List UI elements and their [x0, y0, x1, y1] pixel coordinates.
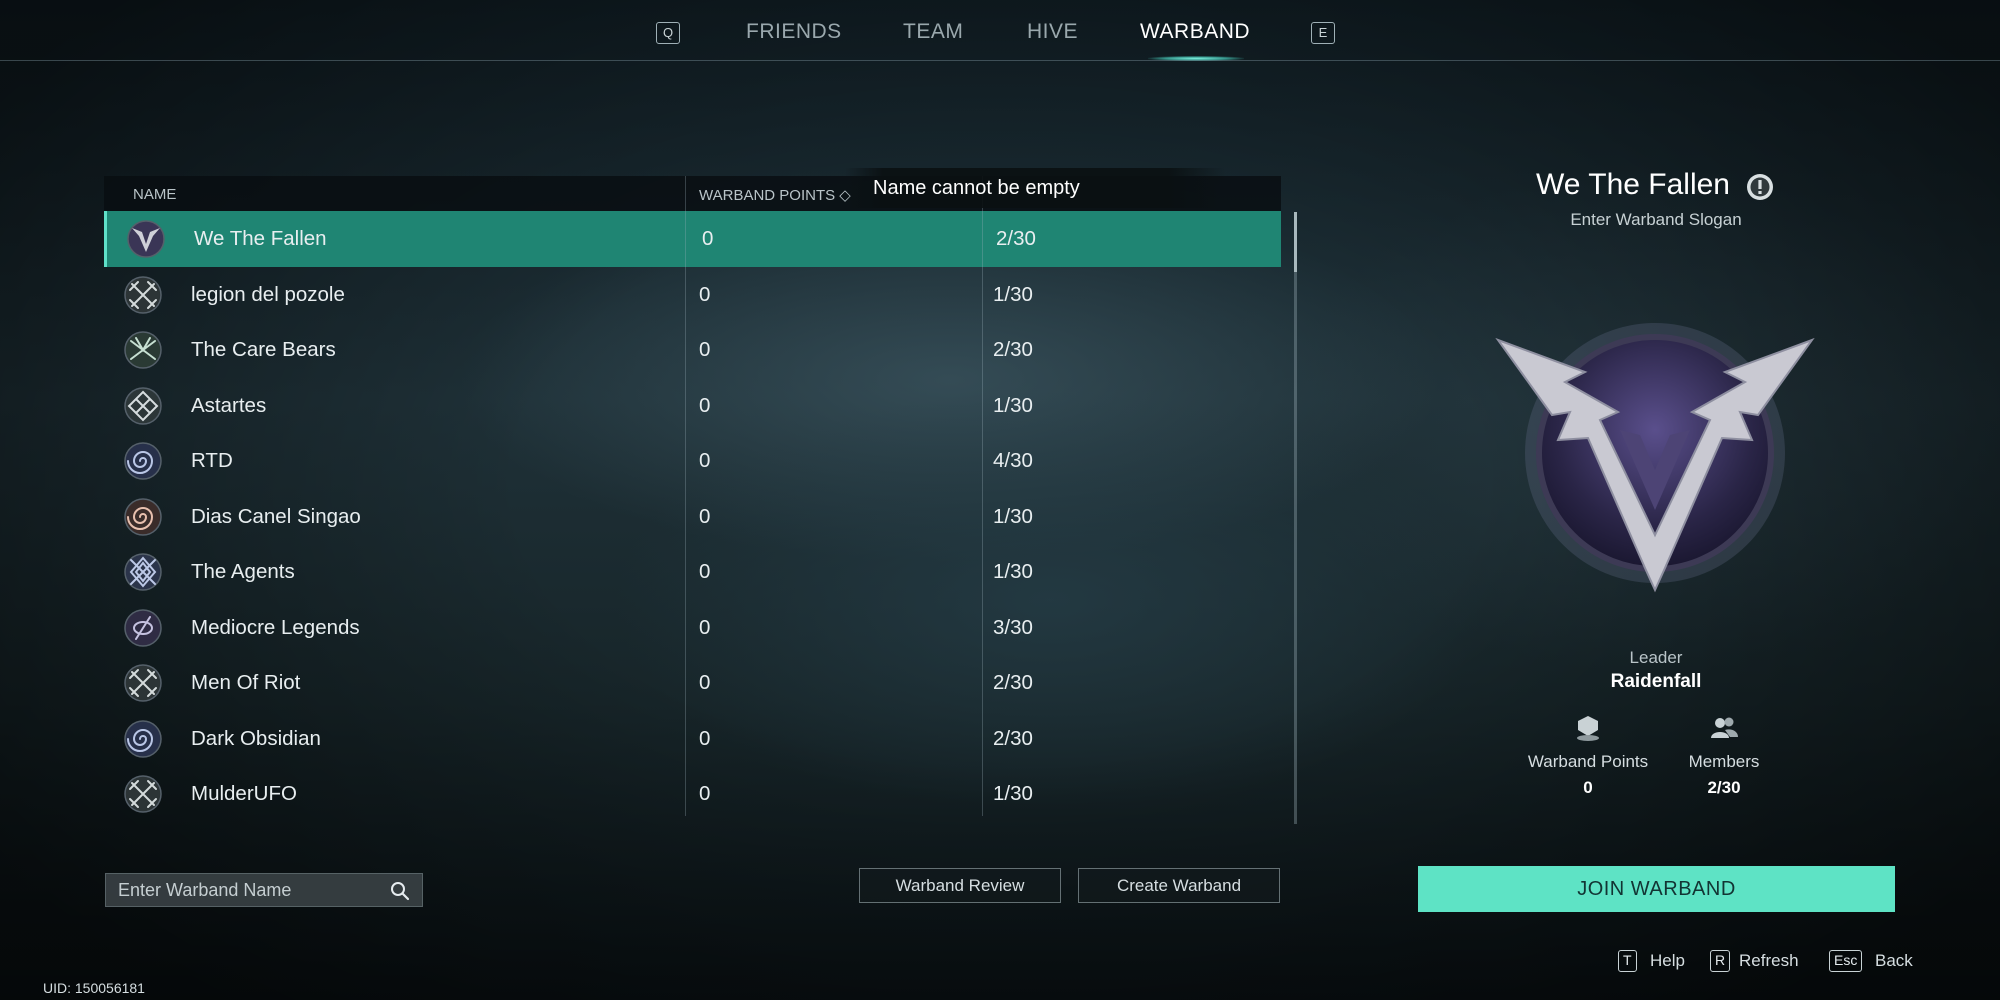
warband-points: 0: [702, 227, 714, 250]
members-label: Members: [1688, 752, 1760, 771]
join-warband-button[interactable]: JOIN WARBAND: [1418, 866, 1895, 912]
error-toast: Name cannot be empty: [845, 168, 1225, 208]
back-key[interactable]: Esc: [1829, 950, 1863, 972]
warband-name: Mediocre Legends: [191, 615, 360, 639]
warband-detail-title: We The Fallen: [1536, 168, 1730, 201]
members-value: 2/30: [1707, 778, 1741, 797]
warband-members: 2/30: [993, 671, 1033, 694]
table-row[interactable]: Astartes 0 1/30: [104, 378, 1281, 434]
crossed-swords-emblem-icon: [124, 775, 162, 813]
warband-members: 2/30: [996, 227, 1036, 250]
lattice-emblem-icon: [124, 386, 162, 425]
warband-members: 2/30: [993, 726, 1033, 750]
top-navigation: Q FRIENDS TEAM HIVE WARBAND E: [0, 0, 2000, 62]
tab-warband[interactable]: WARBAND: [1140, 20, 1250, 44]
fallen-v-emblem-icon: [1495, 323, 1815, 593]
refresh-key[interactable]: R: [1710, 950, 1731, 972]
warband-points: 0: [699, 615, 711, 639]
warband-members: 4/30: [993, 449, 1033, 472]
crossed-swords-emblem-icon: [124, 664, 162, 702]
nav-divider: [0, 60, 2000, 61]
column-header-points[interactable]: WARBAND POINTS ◇: [699, 186, 851, 204]
search-icon[interactable]: [390, 881, 410, 901]
scrollbar-thumb[interactable]: [1294, 212, 1297, 272]
warband-name: Dias Canel Singao: [191, 504, 361, 528]
warband-slogan: Enter Warband Slogan: [1570, 210, 1742, 229]
warband-table: NAME WARBAND POINTS ◇ We The Fallen 0 2/30…: [104, 176, 1281, 822]
warband-members: 2/30: [993, 338, 1033, 361]
crossed-blades-emblem-icon: [124, 331, 162, 369]
warband-name: Astartes: [191, 393, 267, 417]
back-hint[interactable]: Back: [1875, 951, 1913, 971]
table-row[interactable]: Mediocre Legends 0 3/30: [104, 600, 1281, 656]
warband-members: 1/30: [993, 282, 1033, 306]
table-row[interactable]: legion del pozole 0 1/30: [104, 267, 1281, 323]
members-icon: [1711, 717, 1738, 738]
warband-points: 0: [699, 726, 711, 750]
warband-points: 0: [699, 504, 711, 528]
warband-members: 1/30: [993, 782, 1033, 805]
table-row[interactable]: Men Of Riot 0 2/30: [104, 655, 1281, 711]
warband-members: 1/30: [993, 393, 1033, 417]
warband-points: 0: [699, 282, 711, 306]
warband-points: 0: [699, 449, 711, 472]
tab-hive[interactable]: HIVE: [1027, 20, 1078, 44]
column-header-name[interactable]: NAME: [133, 186, 176, 203]
tab-team[interactable]: TEAM: [903, 20, 963, 44]
warband-search: [105, 873, 423, 907]
diamond-emblem-icon: [124, 553, 162, 591]
warband-name: The Agents: [191, 560, 295, 583]
warband-name: legion del pozole: [191, 282, 345, 306]
search-input[interactable]: [118, 874, 378, 906]
crossed-swords-emblem-icon: [124, 275, 162, 314]
warband-points: 0: [699, 671, 711, 694]
table-body: We The Fallen 0 2/30 legion del pozole 0 1/30…: [104, 211, 1281, 822]
table-row[interactable]: The Care Bears 0 2/30: [104, 322, 1281, 378]
column-divider: [982, 176, 983, 816]
create-warband-button[interactable]: Create Warband: [1078, 868, 1280, 903]
spiral-emblem-icon: [124, 719, 162, 758]
slash-emblem-icon: [124, 608, 162, 647]
column-divider: [685, 176, 686, 816]
help-key[interactable]: T: [1618, 950, 1637, 972]
warband-name: We The Fallen: [194, 227, 327, 250]
warband-members: 3/30: [993, 615, 1033, 639]
leader-name: Raidenfall: [1610, 671, 1702, 692]
warband-members: 1/30: [993, 560, 1033, 583]
warband-points-icon: [1577, 716, 1599, 741]
warband-name: The Care Bears: [191, 338, 336, 361]
user-id: UID: 150056181: [43, 980, 145, 996]
scrollbar-track[interactable]: [1294, 212, 1297, 824]
fallen-v-emblem-icon: [127, 220, 165, 258]
warband-points: 0: [699, 782, 711, 805]
spiral-emblem-icon: [124, 442, 162, 480]
next-tab-key[interactable]: E: [1311, 22, 1335, 44]
report-icon[interactable]: [1745, 172, 1775, 202]
warband-points: 0: [699, 338, 711, 361]
warband-points: 0: [699, 393, 711, 417]
table-row[interactable]: We The Fallen 0 2/30: [104, 211, 1281, 267]
tab-friends[interactable]: FRIENDS: [746, 20, 842, 44]
table-row[interactable]: Dark Obsidian 0 2/30: [104, 711, 1281, 767]
prev-tab-key[interactable]: Q: [656, 22, 680, 44]
table-row[interactable]: The Agents 0 1/30: [104, 544, 1281, 600]
warband-points: 0: [699, 560, 711, 583]
leader-label: Leader: [1629, 648, 1683, 667]
warband-name: Men Of Riot: [191, 671, 301, 694]
warband-members: 1/30: [993, 504, 1033, 528]
table-row[interactable]: MulderUFO 0 1/30: [104, 766, 1281, 822]
warband-name: Dark Obsidian: [191, 726, 321, 750]
spiral-orange-emblem-icon: [124, 497, 162, 536]
warband-name: MulderUFO: [191, 782, 297, 805]
warband-review-button[interactable]: Warband Review: [859, 868, 1061, 903]
help-hint[interactable]: Help: [1650, 951, 1685, 971]
table-row[interactable]: Dias Canel Singao 0 1/30: [104, 489, 1281, 545]
warband-name: RTD: [191, 449, 233, 472]
table-row[interactable]: RTD 0 4/30: [104, 433, 1281, 489]
refresh-hint[interactable]: Refresh: [1739, 951, 1799, 971]
